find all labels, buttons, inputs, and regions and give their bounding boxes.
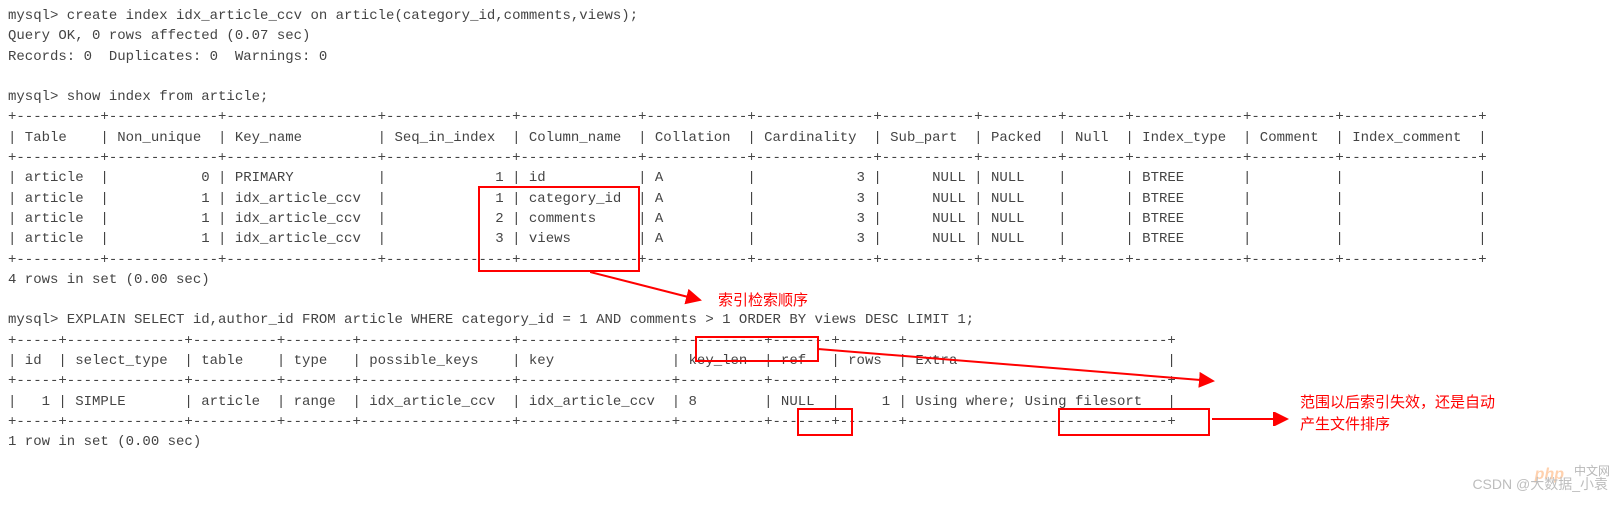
- annotation-filesort-line1: 范围以后索引失效，还是自动: [1300, 392, 1495, 414]
- annotation-filesort-line2: 产生文件排序: [1300, 414, 1390, 436]
- terminal-screenshot: mysql> create index idx_article_ccv on a…: [0, 0, 1624, 508]
- watermark-csdn: CSDN @大数据_小袁: [1472, 474, 1608, 494]
- terminal-output: mysql> create index idx_article_ccv on a…: [0, 0, 1624, 459]
- annotation-index-order: 索引检索顺序: [718, 290, 808, 312]
- arrow-to-annotation-2: [1212, 412, 1292, 426]
- arrow-to-filesort-long: [818, 341, 1218, 391]
- arrow-to-index-order: [590, 272, 710, 312]
